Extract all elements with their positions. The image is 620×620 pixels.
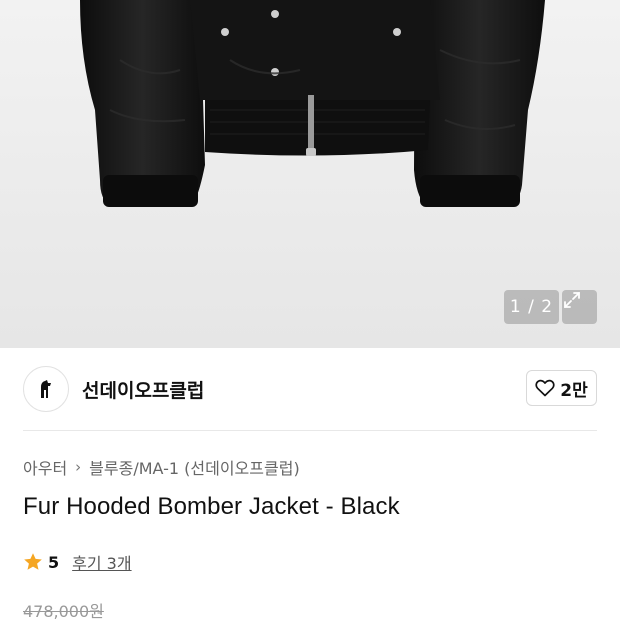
breadcrumb-subcategory[interactable]: 블루종/MA-1 (선데이오프클럽) xyxy=(89,455,300,479)
reviews-link[interactable]: 후기 3개 xyxy=(72,550,131,574)
chevron-right-icon: › xyxy=(75,458,82,476)
brand-row: 선데이오프클럽 2만 xyxy=(0,348,620,430)
breadcrumb-category[interactable]: 아우터 xyxy=(23,455,67,479)
breadcrumb: 아우터 › 블루종/MA-1 (선데이오프클럽) xyxy=(23,455,300,479)
original-price: 478,000원 xyxy=(23,602,104,620)
like-count: 2만 xyxy=(560,380,588,401)
brand-logo[interactable] xyxy=(23,366,69,412)
divider xyxy=(23,430,597,431)
brand-logo-icon xyxy=(41,380,51,398)
image-counter: 1 / 2 xyxy=(504,290,559,324)
rating-score: 5 xyxy=(48,552,60,572)
brand-name[interactable]: 선데이오프클럽 xyxy=(82,376,204,403)
star-icon xyxy=(24,553,42,570)
rating-summary: 5 후기 3개 xyxy=(23,550,132,574)
like-button[interactable]: 2만 xyxy=(526,370,597,406)
product-image-gallery[interactable]: 1 / 2 xyxy=(0,0,620,348)
expand-button[interactable] xyxy=(562,290,597,324)
heart-icon xyxy=(535,379,555,397)
product-title: Fur Hooded Bomber Jacket - Black xyxy=(23,493,400,520)
expand-icon xyxy=(564,292,580,308)
